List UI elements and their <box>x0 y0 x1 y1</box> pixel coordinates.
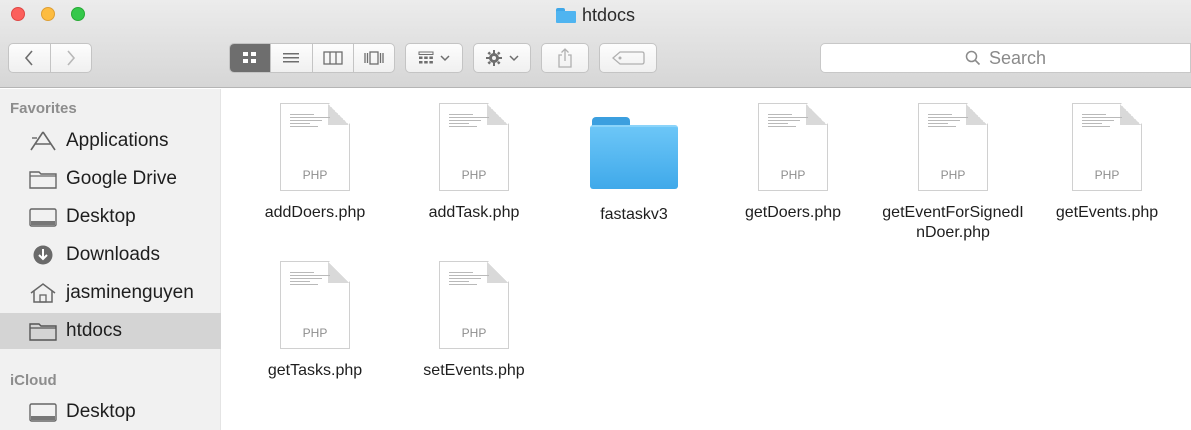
chevron-right-icon <box>67 50 75 66</box>
search-field[interactable]: Search <box>820 43 1191 73</box>
view-mode-selector <box>229 43 395 73</box>
file-name: addDoers.php <box>264 204 366 221</box>
file-name: setEvents.php <box>423 362 525 379</box>
file-item-gettasks[interactable]: PHP getTasks.php <box>235 261 395 421</box>
list-view-icon <box>283 53 300 63</box>
file-ext-label: PHP <box>302 326 328 340</box>
window-title: htdocs <box>0 4 1191 26</box>
desktop-icon <box>28 206 58 228</box>
sidebar-item-label: htdocs <box>66 320 122 341</box>
sidebar-item-label: jasminenguyen <box>66 282 194 303</box>
column-view-button[interactable] <box>311 44 353 72</box>
window-toolbar: htdocs Search <box>0 0 1191 88</box>
chevron-down-icon <box>509 55 519 62</box>
gear-icon <box>486 50 502 66</box>
sidebar-item-icloud-desktop[interactable]: Desktop <box>0 394 221 430</box>
search-icon <box>965 50 981 66</box>
folder-icon <box>28 320 58 342</box>
file-ext-label: PHP <box>302 168 328 182</box>
file-item-fastaskv3[interactable]: fastaskv3 <box>554 103 714 263</box>
icon-view-icon <box>243 52 257 63</box>
file-item-setevents[interactable]: PHP setEvents.php <box>394 261 554 421</box>
action-menu-button[interactable] <box>473 43 531 73</box>
file-browser-content: PHP addDoers.php PHP addTask.php fastask… <box>221 89 1191 430</box>
file-name: getTasks.php <box>267 362 363 379</box>
php-file-icon: PHP <box>758 103 828 191</box>
icon-view-button[interactable] <box>230 44 271 72</box>
sidebar-section-icloud: iCloud <box>10 372 57 389</box>
file-ext-label: PHP <box>1094 168 1120 182</box>
sidebar-section-favorites: Favorites <box>10 100 77 117</box>
sidebar-item-google-drive[interactable]: Google Drive <box>0 161 221 197</box>
desktop-icon <box>28 401 58 423</box>
cover-flow-icon <box>364 51 384 65</box>
list-view-button[interactable] <box>270 44 311 72</box>
file-item-adddoers[interactable]: PHP addDoers.php <box>235 103 395 263</box>
chevron-left-icon <box>25 50 33 66</box>
sidebar-item-label: Downloads <box>66 244 160 265</box>
home-icon <box>28 282 58 304</box>
file-item-geteventforsignedindoer[interactable]: PHP getEventForSignedInDoer.php <box>873 103 1033 263</box>
sidebar-item-desktop[interactable]: Desktop <box>0 199 221 235</box>
file-name: getEventForSignedInDoer.php <box>882 204 1024 241</box>
file-ext-label: PHP <box>940 168 966 182</box>
navigation-buttons <box>8 43 92 73</box>
php-file-icon: PHP <box>918 103 988 191</box>
php-file-icon: PHP <box>280 261 350 349</box>
share-icon <box>558 48 572 68</box>
sidebar-item-label: Google Drive <box>66 168 177 189</box>
sidebar-item-downloads[interactable]: Downloads <box>0 237 221 273</box>
share-button[interactable] <box>541 43 589 73</box>
sidebar: Favorites Applications Google Drive Desk… <box>0 89 221 430</box>
php-file-icon: PHP <box>439 261 509 349</box>
edit-tags-button[interactable] <box>599 43 657 73</box>
file-name: getEvents.php <box>1055 204 1159 221</box>
folder-icon <box>590 117 678 189</box>
file-item-getevents[interactable]: PHP getEvents.php <box>1027 103 1187 263</box>
file-ext-label: PHP <box>780 168 806 182</box>
arrange-button[interactable] <box>405 43 463 73</box>
file-name: fastaskv3 <box>600 206 668 223</box>
cover-flow-view-button[interactable] <box>352 44 394 72</box>
php-file-icon: PHP <box>1072 103 1142 191</box>
column-view-icon <box>322 51 343 65</box>
sidebar-item-label: Desktop <box>66 401 136 422</box>
window-title-text: htdocs <box>581 4 636 25</box>
sidebar-item-htdocs[interactable]: htdocs <box>0 313 221 349</box>
file-ext-label: PHP <box>461 168 487 182</box>
file-name: getDoers.php <box>744 204 842 221</box>
php-file-icon: PHP <box>439 103 509 191</box>
chevron-down-icon <box>440 55 450 62</box>
sidebar-item-label: Desktop <box>66 206 136 227</box>
search-placeholder: Search <box>988 47 1047 68</box>
sidebar-item-applications[interactable]: Applications <box>0 123 221 159</box>
arrange-grid-icon <box>418 51 434 64</box>
file-name: addTask.php <box>428 204 520 221</box>
folder-icon <box>28 168 58 190</box>
php-file-icon: PHP <box>280 103 350 191</box>
folder-icon <box>555 7 576 23</box>
file-item-addtask[interactable]: PHP addTask.php <box>394 103 554 263</box>
sidebar-item-home[interactable]: jasminenguyen <box>0 275 221 311</box>
tag-icon <box>612 51 645 65</box>
sidebar-item-label: Applications <box>66 130 169 151</box>
downloads-icon <box>28 244 58 266</box>
forward-button[interactable] <box>49 44 92 72</box>
file-ext-label: PHP <box>461 326 487 340</box>
back-button[interactable] <box>9 44 50 72</box>
applications-icon <box>28 130 58 152</box>
file-item-getdoers[interactable]: PHP getDoers.php <box>713 103 873 263</box>
